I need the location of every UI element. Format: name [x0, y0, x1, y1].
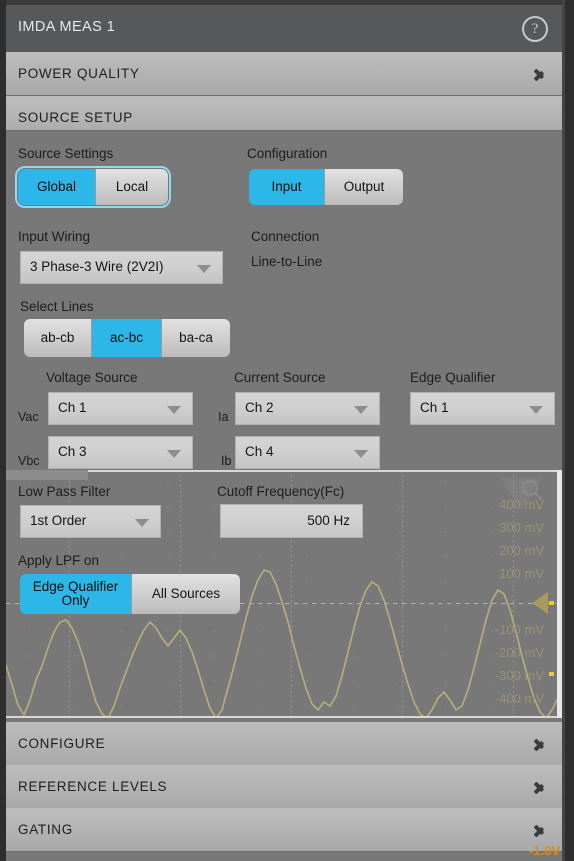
apply-lpf-on-toggle[interactable]: Edge Qualifier Only All Sources [20, 574, 240, 614]
configuration-option-input[interactable]: Input [249, 169, 325, 205]
select-lines-option-ba-ca[interactable]: ba-ca [162, 319, 230, 357]
select-lines-toggle[interactable]: ab-cb ac-bc ba-ca [24, 319, 230, 357]
configuration-label: Configuration [247, 146, 328, 161]
current-source-value-ib: Ch 4 [245, 444, 274, 459]
edge-qualifier-value: Ch 1 [420, 400, 449, 415]
current-source-dropdown-ib[interactable]: Ch 4 [235, 436, 380, 469]
row-label-ia: Ia [218, 410, 229, 424]
imda-meas-panel: IMDA MEAS 1 ? POWER QUALITY SOURCE SETUP… [0, 0, 574, 861]
scope-bottom-value: -1.0V [528, 843, 560, 858]
section-header-power-quality[interactable]: POWER QUALITY [6, 52, 562, 96]
scope-vlabel: -300 mV [494, 668, 544, 683]
scope-vlabel: -200 mV [494, 645, 544, 660]
voltage-source-value-vac: Ch 1 [58, 400, 87, 415]
apply-lpf-option-edge-qualifier-only[interactable]: Edge Qualifier Only [20, 574, 132, 614]
section-label-gating: GATING [18, 822, 73, 837]
current-source-value-ia: Ch 2 [245, 400, 274, 415]
scope-vlabel: -400 mV [494, 691, 544, 706]
row-label-vbc: Vbc [18, 454, 40, 468]
apply-lpf-option-all-sources[interactable]: All Sources [132, 574, 240, 614]
select-lines-option-ab-cb[interactable]: ab-cb [24, 319, 92, 357]
select-lines-label: Select Lines [20, 299, 94, 314]
row-label-vac: Vac [18, 410, 39, 424]
filter-panel-top-border [6, 470, 562, 472]
voltage-source-dropdown-vac[interactable]: Ch 1 [48, 392, 193, 425]
window-left-edge [0, 0, 6, 861]
scope-cursor-marker[interactable] [532, 592, 548, 614]
edge-qualifier-dropdown[interactable]: Ch 1 [410, 392, 555, 425]
source-settings-option-global[interactable]: Global [18, 169, 96, 205]
column-header-voltage-source: Voltage Source [46, 370, 138, 385]
window-titlebar: IMDA MEAS 1 ? [6, 5, 562, 52]
source-settings-label: Source Settings [18, 146, 114, 161]
section-label-power-quality: POWER QUALITY [18, 66, 140, 81]
chevron-right-icon [534, 64, 546, 84]
cursor-tick [549, 601, 554, 605]
source-settings-toggle[interactable]: Global Local [15, 166, 171, 208]
section-label-configure: CONFIGURE [18, 736, 106, 751]
chevron-right-icon [534, 820, 546, 840]
section-header-gating[interactable]: GATING [6, 808, 562, 852]
low-pass-filter-dropdown[interactable]: 1st Order [20, 505, 161, 538]
apply-lpf-option-line1: Edge Qualifier [32, 578, 119, 594]
scope-vlabel: 100 mV [499, 566, 544, 581]
input-wiring-label: Input Wiring [18, 229, 91, 244]
cutoff-frequency-value: 500 Hz [307, 513, 350, 528]
section-header-reference-levels[interactable]: REFERENCE LEVELS [6, 765, 562, 809]
chevron-right-icon [534, 777, 546, 797]
section-header-configure[interactable]: CONFIGURE [6, 722, 562, 766]
chevron-down-icon [354, 450, 368, 458]
column-header-edge-qualifier: Edge Qualifier [410, 370, 496, 385]
cursor-tick [549, 672, 554, 676]
input-wiring-dropdown[interactable]: 3 Phase-3 Wire (2V2I) [20, 251, 223, 284]
apply-lpf-on-label: Apply LPF on [18, 553, 100, 568]
connection-label: Connection [251, 229, 320, 244]
select-lines-option-ac-bc[interactable]: ac-bc [92, 319, 162, 357]
section-label-reference-levels: REFERENCE LEVELS [18, 779, 168, 794]
chevron-down-icon [197, 265, 211, 273]
row-label-ib: Ib [221, 454, 232, 468]
chevron-down-icon [135, 519, 149, 527]
cutoff-frequency-label: Cutoff Frequency(Fc) [217, 484, 345, 499]
filter-panel: 400 mV 300 mV 200 mV 100 mV -100 mV -200… [6, 470, 562, 718]
chevron-down-icon [354, 406, 368, 414]
current-source-dropdown-ia[interactable]: Ch 2 [235, 392, 380, 425]
low-pass-filter-label: Low Pass Filter [18, 484, 111, 499]
chevron-right-icon [534, 734, 546, 754]
window-scrollbar[interactable] [562, 0, 565, 861]
chevron-down-icon [167, 450, 181, 458]
window-top-edge [0, 0, 574, 5]
section-label-source-setup: SOURCE SETUP [18, 110, 133, 125]
voltage-source-dropdown-vbc[interactable]: Ch 3 [48, 436, 193, 469]
source-setup-body: Source Settings Global Local Configurati… [6, 130, 562, 470]
filter-panel-bottom-border [6, 716, 562, 718]
scope-vlabel: 200 mV [499, 543, 544, 558]
chevron-down-icon [167, 406, 181, 414]
voltage-source-value-vbc: Ch 3 [58, 444, 87, 459]
filter-panel-left-nub [6, 470, 88, 480]
low-pass-filter-value: 1st Order [30, 513, 87, 528]
scope-vlabel: 300 mV [499, 520, 544, 535]
chevron-down-icon [529, 406, 543, 414]
page-title: IMDA MEAS 1 [18, 19, 116, 35]
input-wiring-value: 3 Phase-3 Wire (2V2I) [30, 259, 164, 274]
configuration-option-output[interactable]: Output [325, 169, 403, 205]
cutoff-frequency-input[interactable]: 500 Hz [220, 504, 363, 538]
column-header-current-source: Current Source [234, 370, 326, 385]
help-icon[interactable]: ? [522, 16, 548, 42]
source-settings-option-local[interactable]: Local [96, 169, 168, 205]
scope-vlabel: 400 mV [499, 497, 544, 512]
scope-vlabel: -100 mV [494, 622, 544, 637]
apply-lpf-option-line2: Only [61, 593, 90, 608]
configuration-toggle[interactable]: Input Output [249, 169, 403, 205]
connection-value: Line-to-Line [251, 254, 323, 269]
